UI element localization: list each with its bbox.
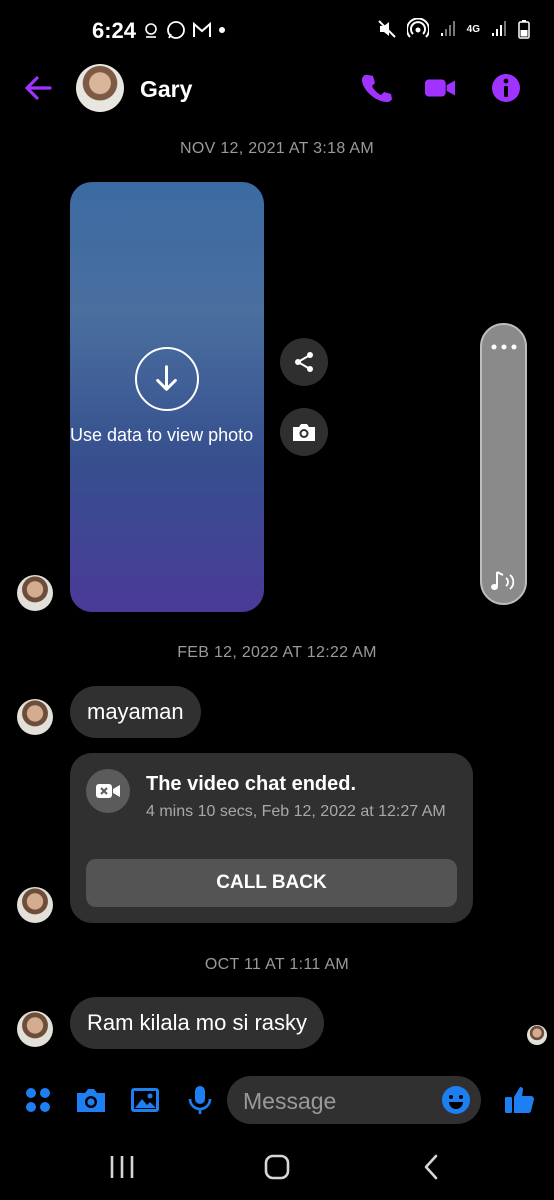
seen-avatar [527,1025,547,1045]
recent-apps-icon[interactable] [108,1150,136,1184]
back-arrow-icon[interactable] [22,72,54,104]
call-title: The video chat ended. [146,773,357,795]
side-panel-handle[interactable] [480,323,527,605]
contact-name[interactable]: Gary [140,76,192,103]
notification-icon [145,23,157,38]
emoji-icon[interactable] [441,1085,471,1115]
status-left-icons [142,20,226,40]
microphone-icon[interactable] [184,1084,216,1116]
video-call-badge [86,769,130,813]
signal-icon [440,21,455,36]
battery-icon [518,20,530,39]
contact-avatar[interactable] [76,64,124,112]
music-note-icon [491,571,515,590]
download-icon [156,365,177,391]
status-time: 6:24 [92,18,137,43]
timestamp-2: FEB 12, 2022 AT 12:22 AM [177,644,377,661]
nav-back-icon[interactable] [420,1150,444,1184]
call-subtitle: 4 mins 10 secs, Feb 12, 2022 at 12:27 AM [146,803,446,820]
camera-icon [293,424,315,441]
sender-avatar [17,1011,53,1047]
apps-icon[interactable] [22,1084,54,1116]
camera-button[interactable] [280,408,328,456]
home-icon[interactable] [262,1150,292,1184]
status-right-icons: 4G [377,18,530,40]
gmail-icon [193,22,211,37]
dot-icon [219,27,225,33]
photo-attachment[interactable]: Use data to view photo [70,182,264,612]
sender-avatar [17,887,53,923]
photo-notice: Use data to view photo [70,425,254,445]
timestamp-1: NOV 12, 2021 AT 3:18 AM [180,140,374,157]
message-input[interactable]: Message [227,1076,481,1124]
sender-avatar [17,575,53,611]
message-bubble[interactable]: Ram kilala mo si rasky [70,997,325,1049]
message-placeholder: Message [243,1088,337,1114]
camera-icon[interactable] [75,1084,107,1116]
thumbs-up-icon[interactable] [503,1084,535,1116]
signal-icon-2 [492,21,506,36]
gallery-icon[interactable] [129,1084,161,1116]
message-bubble[interactable]: mayaman [70,686,201,738]
phone-icon[interactable] [360,72,392,104]
video-call-icon [96,784,120,798]
share-icon [295,352,313,372]
timestamp-3: OCT 11 AT 1:11 AM [204,956,350,973]
mute-icon [377,20,396,38]
network-type: 4G [466,23,480,35]
video-call-card: The video chat ended. 4 mins 10 secs, Fe… [70,753,473,923]
more-dots-icon [491,344,517,350]
download-button[interactable] [135,347,199,411]
video-camera-icon[interactable] [424,72,456,104]
whatsapp-icon [167,21,185,39]
call-back-button[interactable]: CALL BACK [86,859,457,907]
hotspot-icon [406,18,429,38]
info-icon[interactable] [490,72,522,104]
share-button[interactable] [280,338,328,386]
sender-avatar [17,699,53,735]
